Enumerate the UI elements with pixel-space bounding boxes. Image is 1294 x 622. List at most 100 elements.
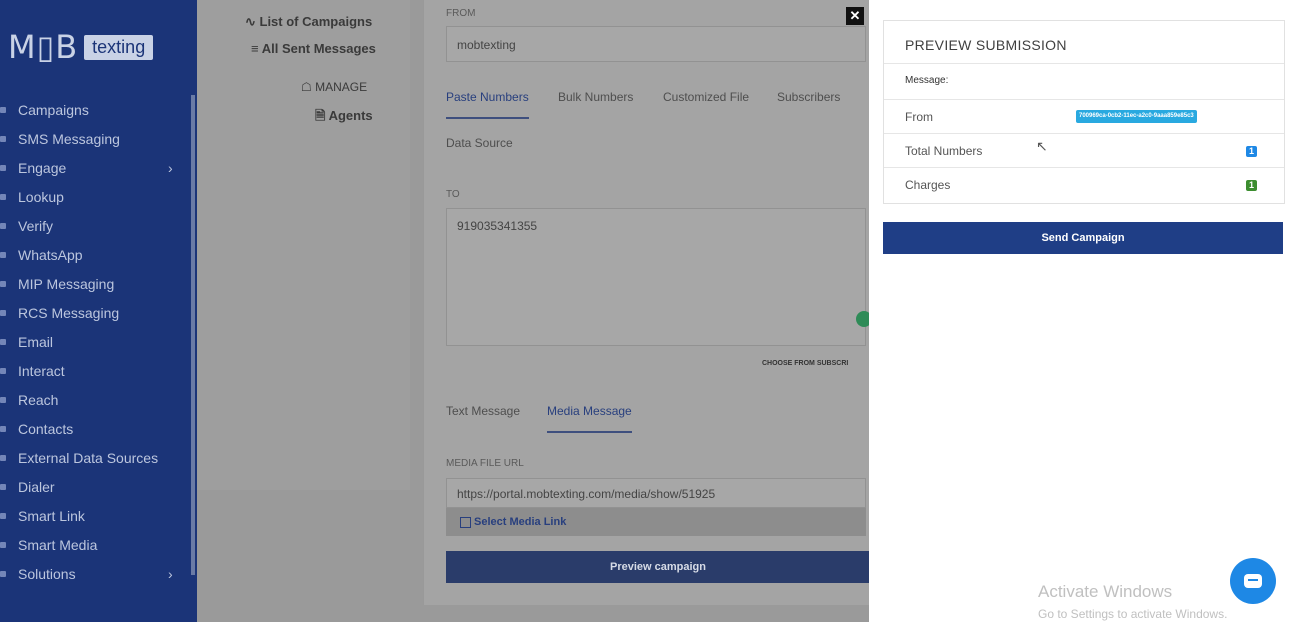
close-icon[interactable]: ✕ — [846, 7, 864, 25]
sidebar-item-lookup[interactable]: Lookup — [0, 182, 197, 211]
submenu-list-campaigns[interactable]: ∿ List of Campaigns — [245, 14, 372, 30]
campaign-form: FROM mobtexting Paste Numbers Bulk Numbe… — [423, 0, 872, 605]
message-label: Message: — [905, 75, 949, 86]
sidebar-item-smart-media[interactable]: Smart Media — [0, 530, 197, 559]
tab-bulk-numbers[interactable]: Bulk Numbers — [558, 90, 633, 104]
to-textarea[interactable]: 919035341355 — [446, 208, 866, 346]
sidebar-item-label: SMS Messaging — [18, 130, 120, 147]
image-icon — [460, 516, 471, 528]
from-row: From 700969ca-0cb2-11ec-a2c0-9aaa859e85c… — [884, 99, 1284, 134]
tab-customized-file[interactable]: Customized File — [663, 90, 749, 104]
sidebar-item-contacts[interactable]: Contacts — [0, 414, 197, 443]
total-numbers-label: Total Numbers — [905, 144, 983, 158]
lookup-icon — [0, 193, 6, 200]
from-label: FROM — [446, 8, 476, 19]
mip-icon — [0, 280, 6, 287]
solutions-icon — [0, 570, 6, 577]
from-value-badge: 700969ca-0cb2-11ec-a2c0-9aaa859e85c3 — [1076, 110, 1197, 123]
message-row: Message: — [884, 63, 1284, 100]
dialer-icon — [0, 483, 6, 490]
sidebar-item-campaigns[interactable]: Campaigns — [0, 95, 197, 124]
sidebar-item-label: Solutions — [18, 565, 76, 582]
sidebar-item-engage[interactable]: Engage › — [0, 153, 197, 182]
chevron-right-icon: › — [168, 565, 173, 582]
sidebar-item-external-data-sources[interactable]: External Data Sources — [0, 443, 197, 472]
to-label: TO — [446, 189, 460, 200]
logo-texting: texting — [84, 34, 154, 60]
sidebar-item-label: Campaigns — [18, 101, 89, 118]
sidebar-item-reach[interactable]: Reach — [0, 385, 197, 414]
sidebar-item-label: Contacts — [18, 420, 74, 437]
interact-icon — [0, 367, 6, 374]
select-media-link-button[interactable]: Select Media Link — [446, 508, 866, 536]
submenu-agents[interactable]: 🗎 Agents — [315, 107, 373, 129]
database-icon — [0, 454, 6, 461]
campaign-submenu: ∿ List of Campaigns ≡ All Sent Messages … — [197, 0, 410, 490]
sidebar-item-label: External Data Sources — [18, 449, 159, 466]
sidebar-item-email[interactable]: Email — [0, 327, 197, 356]
send-campaign-button[interactable]: Send Campaign — [883, 222, 1283, 254]
tab-media-message[interactable]: Media Message — [547, 404, 632, 433]
sidebar-item-label: RCS Messaging — [18, 304, 120, 321]
sidebar-item-label: Interact — [18, 362, 65, 379]
sidebar: M▯B texting Campaigns SMS Messaging Enga… — [0, 0, 197, 622]
submenu-all-sent-messages[interactable]: ≡ All Sent Messages — [251, 41, 376, 56]
total-numbers-row: Total Numbers 1 — [884, 133, 1284, 168]
submenu-manage-heading: ☖ MANAGE — [301, 80, 368, 94]
sidebar-item-label: Lookup — [18, 188, 64, 205]
sidebar-item-label: Smart Link — [18, 507, 85, 524]
tab-paste-numbers[interactable]: Paste Numbers — [446, 90, 529, 119]
rcs-icon — [0, 309, 6, 316]
reach-icon — [0, 396, 6, 403]
link-icon — [0, 512, 6, 519]
sidebar-item-smart-link[interactable]: Smart Link — [0, 501, 197, 530]
contacts-icon — [0, 425, 6, 432]
sidebar-item-interact[interactable]: Interact — [0, 356, 197, 385]
sidebar-item-mip-messaging[interactable]: MIP Messaging — [0, 269, 197, 298]
choose-from-subscribers-button[interactable]: CHOOSE FROM SUBSCRI — [762, 360, 848, 367]
sidebar-item-verify[interactable]: Verify — [0, 211, 197, 240]
total-numbers-badge: 1 — [1246, 146, 1257, 157]
sms-icon — [0, 135, 6, 142]
sidebar-item-solutions[interactable]: Solutions › — [0, 559, 197, 588]
charges-label: Charges — [905, 178, 951, 192]
sidebar-item-label: Smart Media — [18, 536, 98, 553]
sidebar-item-sms-messaging[interactable]: SMS Messaging — [0, 124, 197, 153]
tab-subscribers[interactable]: Subscribers — [777, 90, 840, 104]
chat-icon — [1244, 574, 1262, 588]
sidebar-nav: Campaigns SMS Messaging Engage › Lookup V… — [0, 95, 197, 588]
from-input[interactable]: mobtexting — [446, 26, 866, 62]
engage-icon — [0, 164, 6, 171]
brand-logo[interactable]: M▯B texting — [8, 26, 154, 68]
chevron-right-icon: › — [168, 159, 173, 176]
sidebar-item-rcs-messaging[interactable]: RCS Messaging — [0, 298, 197, 327]
charges-row: Charges 1 — [884, 167, 1284, 204]
media-url-input[interactable]: https://portal.mobtexting.com/media/show… — [446, 478, 866, 508]
sidebar-item-label: Reach — [18, 391, 59, 408]
preview-submission-panel: PREVIEW SUBMISSION Message: From 700969c… — [869, 0, 1294, 622]
activate-windows-subtitle: Go to Settings to activate Windows. — [1038, 607, 1228, 621]
tab-text-message[interactable]: Text Message — [446, 404, 520, 418]
campaigns-icon — [0, 106, 6, 113]
logo-mob: M▯B — [8, 28, 79, 66]
activate-windows-title: Activate Windows — [1038, 582, 1173, 601]
media-file-url-label: MEDIA FILE URL — [446, 458, 524, 469]
sidebar-item-whatsapp[interactable]: WhatsApp — [0, 240, 197, 269]
data-source-label: Data Source — [446, 136, 513, 150]
media-icon — [0, 541, 6, 548]
whatsapp-icon — [0, 251, 6, 258]
mouse-cursor-icon: ↖ — [1036, 138, 1048, 154]
select-media-link-label: Select Media Link — [474, 516, 567, 528]
sidebar-item-label: Verify — [18, 217, 54, 234]
preview-campaign-button[interactable]: Preview campaign — [446, 551, 870, 583]
verify-icon — [0, 222, 6, 229]
sidebar-scrollbar[interactable] — [191, 95, 195, 575]
sidebar-item-label: WhatsApp — [18, 246, 83, 263]
chat-widget-button[interactable] — [1230, 558, 1276, 604]
charges-badge: 1 — [1246, 180, 1257, 191]
from-label: From — [905, 110, 933, 124]
email-icon — [0, 338, 6, 345]
sidebar-item-dialer[interactable]: Dialer — [0, 472, 197, 501]
preview-card: PREVIEW SUBMISSION Message: From 700969c… — [883, 20, 1285, 204]
sidebar-item-label: Engage — [18, 159, 67, 176]
